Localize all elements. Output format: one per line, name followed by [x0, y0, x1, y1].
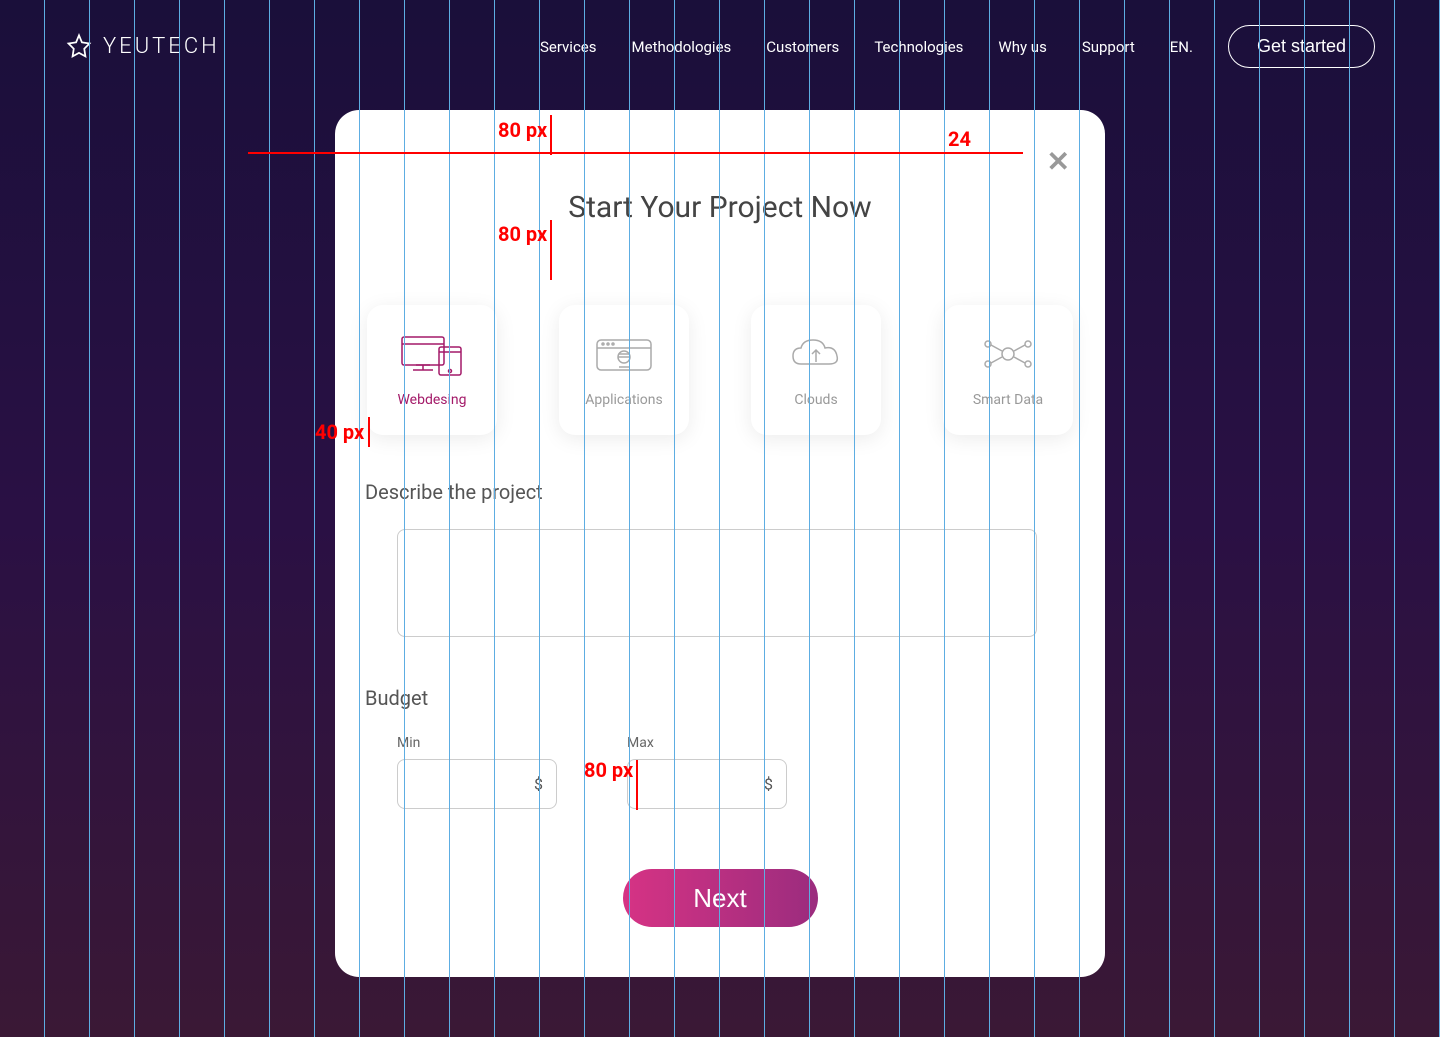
- budget-max-group: Max $: [627, 735, 787, 809]
- budget-min-label: Min: [397, 735, 557, 751]
- nav-why-us[interactable]: Why us: [998, 38, 1046, 56]
- currency-symbol: $: [534, 775, 543, 794]
- get-started-button[interactable]: Get started: [1228, 25, 1375, 68]
- close-icon[interactable]: ✕: [1047, 145, 1070, 178]
- logo-text: YEUTECH: [103, 34, 220, 59]
- budget-max-label: Max: [627, 735, 787, 751]
- budget-label: Budget: [365, 686, 1075, 710]
- logo-star-icon: [65, 33, 93, 61]
- applications-icon: [589, 332, 659, 377]
- category-label: Smart Data: [973, 392, 1043, 408]
- clouds-icon: [781, 332, 851, 377]
- nav-support[interactable]: Support: [1082, 38, 1135, 56]
- header: YEUTECH Services Methodologies Customers…: [0, 0, 1440, 93]
- category-label: Webdesing: [397, 392, 466, 408]
- webdesign-icon: [397, 332, 467, 377]
- nav-language[interactable]: EN.: [1170, 38, 1193, 56]
- nav-technologies[interactable]: Technologies: [874, 38, 963, 56]
- nav-services[interactable]: Services: [540, 38, 597, 56]
- nav-customers[interactable]: Customers: [766, 38, 839, 56]
- category-applications[interactable]: Applications: [559, 305, 689, 435]
- logo[interactable]: YEUTECH: [65, 33, 220, 61]
- budget-min-group: Min $: [397, 735, 557, 809]
- describe-label: Describe the project: [365, 480, 1075, 504]
- budget-min-input[interactable]: [397, 759, 557, 809]
- main-nav: Services Methodologies Customers Technol…: [540, 25, 1375, 68]
- category-clouds[interactable]: Clouds: [751, 305, 881, 435]
- category-label: Clouds: [794, 392, 837, 408]
- category-grid: Webdesing Applications: [365, 305, 1075, 435]
- category-smart-data[interactable]: Smart Data: [943, 305, 1073, 435]
- next-button[interactable]: Next: [623, 869, 818, 927]
- project-description-input[interactable]: [397, 529, 1037, 637]
- budget-section: Budget Min $ Max $: [365, 686, 1075, 809]
- project-modal: ✕ Start Your Project Now Webdesing: [335, 110, 1105, 977]
- category-label: Applications: [585, 392, 663, 408]
- budget-inputs: Min $ Max $: [397, 735, 1075, 809]
- nav-methodologies[interactable]: Methodologies: [632, 38, 732, 56]
- smart-data-icon: [973, 332, 1043, 377]
- currency-symbol: $: [764, 775, 773, 794]
- budget-max-input[interactable]: [627, 759, 787, 809]
- modal-title: Start Your Project Now: [365, 190, 1075, 225]
- category-webdesign[interactable]: Webdesing: [367, 305, 497, 435]
